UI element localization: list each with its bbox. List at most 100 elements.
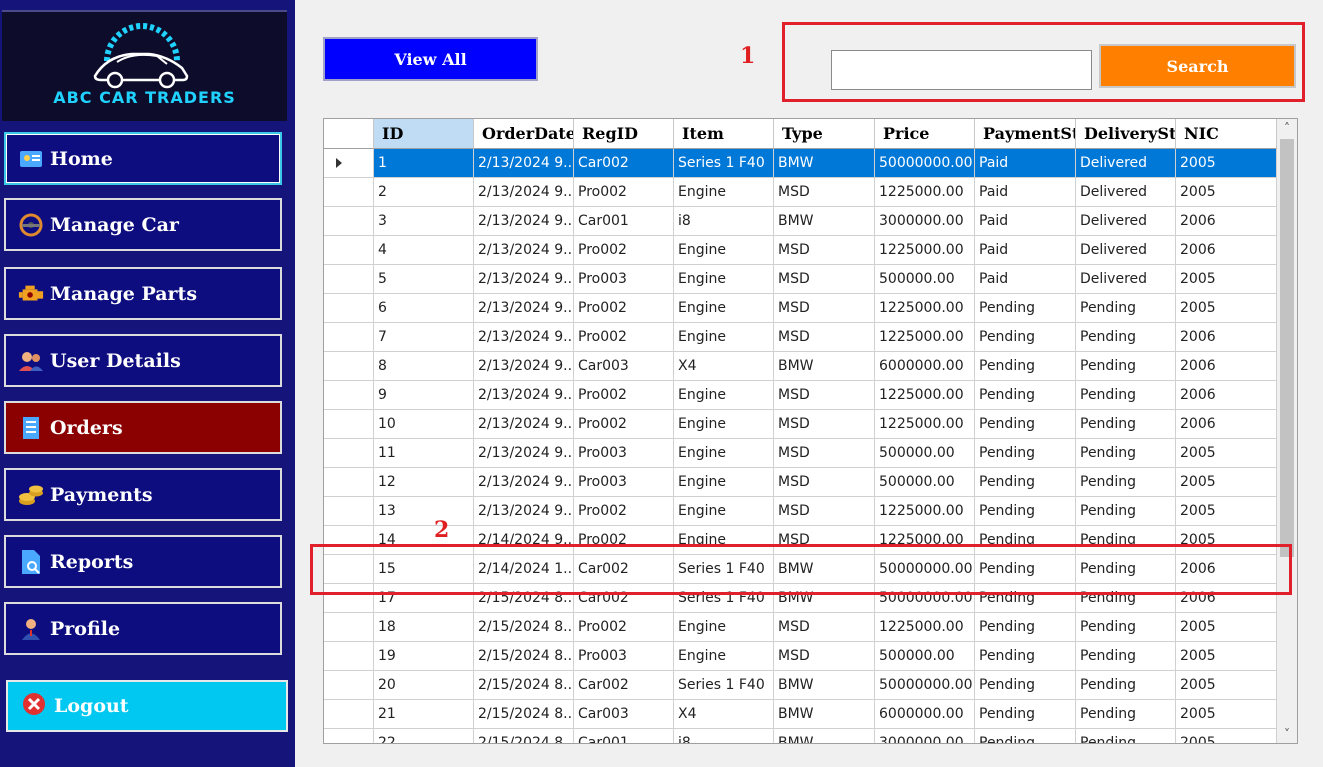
table-cell[interactable]: 10 [374,410,474,439]
table-row[interactable]: 3 2/13/2024 9... Car001 i8 BMW 3000000.00 Paid… [324,207,1277,236]
table-cell[interactable]: Pending [975,671,1076,700]
scroll-up-icon[interactable]: ˄ [1277,119,1297,137]
table-row[interactable]: 1 2/13/2024 9... Car002 Series 1 F40 BMW 5000… [324,149,1277,178]
table-cell[interactable]: Engine [674,410,774,439]
table-row[interactable]: 8 2/13/2024 9... Car003 X4 BMW 6000000.00 Pend… [324,352,1277,381]
table-cell[interactable]: Pending [975,729,1076,743]
table-cell[interactable]: 2/13/2024 9... [474,265,574,294]
table-cell[interactable]: 6000000.00 [875,700,975,729]
table-cell[interactable]: Pro002 [574,236,674,265]
table-cell[interactable]: 1225000.00 [875,236,975,265]
row-header[interactable] [324,294,374,323]
table-cell[interactable]: 2/13/2024 9... [474,294,574,323]
table-cell[interactable]: 50000000.00 [875,149,975,178]
table-cell[interactable]: 2006 [1176,381,1277,410]
table-cell[interactable]: Delivered [1076,178,1176,207]
table-row[interactable]: 7 2/13/2024 9... Pro002 Engine MSD 1225000.00… [324,323,1277,352]
table-cell[interactable]: Pending [975,352,1076,381]
column-header[interactable]: Item [674,119,774,149]
table-cell[interactable]: 9 [374,381,474,410]
table-cell[interactable]: 2005 [1176,497,1277,526]
table-cell[interactable]: 2/13/2024 9... [474,149,574,178]
table-cell[interactable]: MSD [774,294,875,323]
table-row[interactable]: 4 2/13/2024 9... Pro002 Engine MSD 1225000.00… [324,236,1277,265]
table-cell[interactable]: Pending [1076,671,1176,700]
column-header[interactable]: RegID [574,119,674,149]
table-cell[interactable]: 8 [374,352,474,381]
table-cell[interactable]: 50000000.00 [875,671,975,700]
table-cell[interactable]: Pending [975,497,1076,526]
table-cell[interactable]: Delivered [1076,236,1176,265]
table-cell[interactable]: BMW [774,700,875,729]
table-row[interactable]: 12 2/13/2024 9... Pro003 Engine MSD 500000.00… [324,468,1277,497]
table-cell[interactable]: 2/15/2024 8... [474,613,574,642]
search-input[interactable] [831,50,1092,90]
table-cell[interactable]: 2005 [1176,265,1277,294]
table-cell[interactable]: 2006 [1176,207,1277,236]
grid-scrollbar[interactable]: ˄ ˅ [1277,119,1297,743]
logout-button[interactable]: Logout [6,680,288,732]
column-header[interactable]: NIC [1176,119,1277,149]
table-cell[interactable]: MSD [774,265,875,294]
table-cell[interactable]: Paid [975,207,1076,236]
table-cell[interactable]: Car001 [574,729,674,743]
table-cell[interactable]: Pro002 [574,613,674,642]
table-cell[interactable]: 1225000.00 [875,381,975,410]
row-header[interactable] [324,178,374,207]
table-cell[interactable]: Pending [975,700,1076,729]
table-cell[interactable]: MSD [774,323,875,352]
table-row[interactable]: 5 2/13/2024 9... Pro003 Engine MSD 500000.00 P… [324,265,1277,294]
table-cell[interactable]: Delivered [1076,149,1176,178]
table-cell[interactable]: Pro002 [574,410,674,439]
table-cell[interactable]: Engine [674,642,774,671]
table-cell[interactable]: Car002 [574,149,674,178]
table-cell[interactable]: Paid [975,149,1076,178]
table-cell[interactable]: MSD [774,410,875,439]
table-cell[interactable]: Pending [1076,323,1176,352]
scroll-down-icon[interactable]: ˅ [1277,725,1297,743]
table-cell[interactable]: 500000.00 [875,642,975,671]
table-cell[interactable]: Car001 [574,207,674,236]
table-cell[interactable]: 6000000.00 [875,352,975,381]
table-cell[interactable]: Engine [674,497,774,526]
table-row[interactable]: 18 2/15/2024 8... Pro002 Engine MSD 1225000.0… [324,613,1277,642]
table-cell[interactable]: 2005 [1176,178,1277,207]
orders-grid[interactable]: ID OrderDate RegID Item Type Price PaymentSt De… [323,118,1298,744]
table-cell[interactable]: 500000.00 [875,468,975,497]
table-cell[interactable]: Paid [975,236,1076,265]
table-cell[interactable]: 2/13/2024 9... [474,410,574,439]
table-cell[interactable]: BMW [774,207,875,236]
table-cell[interactable]: 21 [374,700,474,729]
table-cell[interactable]: 2/13/2024 9... [474,178,574,207]
table-cell[interactable]: Series 1 F40 [674,149,774,178]
table-cell[interactable]: 2/13/2024 9... [474,468,574,497]
table-row[interactable]: 13 2/13/2024 9... Pro002 Engine MSD 1225000.0… [324,497,1277,526]
column-header[interactable]: DeliverySt [1076,119,1176,149]
table-cell[interactable]: MSD [774,497,875,526]
table-cell[interactable]: 2005 [1176,642,1277,671]
table-cell[interactable]: Pending [1076,497,1176,526]
table-cell[interactable]: 1225000.00 [875,178,975,207]
row-header[interactable] [324,729,374,743]
table-cell[interactable]: 2/13/2024 9... [474,323,574,352]
table-cell[interactable]: Pending [1076,468,1176,497]
table-cell[interactable]: Pro002 [574,178,674,207]
table-cell[interactable]: BMW [774,729,875,743]
nav-profile-button[interactable]: Profile [4,602,282,655]
table-cell[interactable]: 13 [374,497,474,526]
table-cell[interactable]: 2005 [1176,671,1277,700]
table-cell[interactable]: 2/13/2024 9... [474,439,574,468]
nav-manage-car-button[interactable]: Manage Car [4,198,282,251]
table-cell[interactable]: 6 [374,294,474,323]
table-cell[interactable]: Engine [674,381,774,410]
table-cell[interactable]: Pending [1076,352,1176,381]
scroll-thumb[interactable] [1280,139,1294,557]
table-cell[interactable]: MSD [774,236,875,265]
search-button[interactable]: Search [1099,44,1296,88]
column-header[interactable]: PaymentSt [975,119,1076,149]
table-cell[interactable]: 2006 [1176,352,1277,381]
table-cell[interactable]: Pending [1076,410,1176,439]
table-cell[interactable]: 500000.00 [875,439,975,468]
table-cell[interactable]: Pending [975,468,1076,497]
table-row[interactable]: 11 2/13/2024 9... Pro003 Engine MSD 500000.00… [324,439,1277,468]
